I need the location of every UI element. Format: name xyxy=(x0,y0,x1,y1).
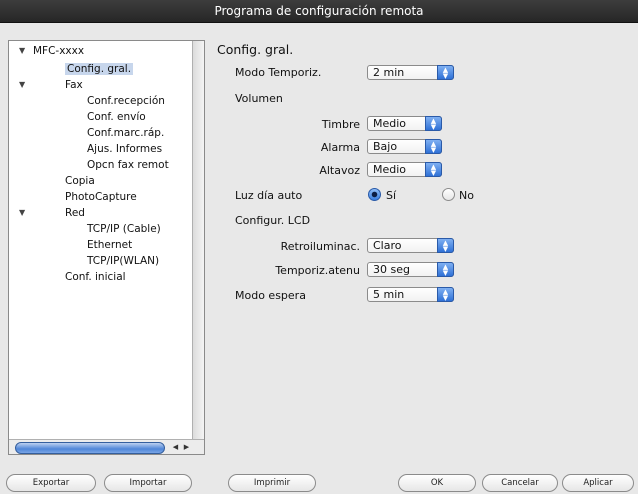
disclosure-open-icon[interactable]: ▼ xyxy=(19,44,25,58)
temporiz-atenu-select[interactable]: 30 seg ▲ ▼ xyxy=(367,262,454,277)
tree-horizontal-scrollbar[interactable]: ◀ ▶ xyxy=(9,439,204,454)
modo-espera-select[interactable]: 5 min ▲ ▼ xyxy=(367,287,454,302)
modo-temporiz-select[interactable]: 2 min ▲ ▼ xyxy=(367,65,454,80)
popup-arrows-icon: ▲ ▼ xyxy=(437,238,454,253)
tree-item-label: Ajus. Informes xyxy=(87,143,163,155)
retroiluminac-value: Claro xyxy=(373,239,402,252)
window-title: Programa de configuración remota xyxy=(0,0,638,23)
imprimir-button[interactable]: Imprimir xyxy=(228,474,316,492)
panel-title: Config. gral. xyxy=(217,42,294,57)
modo-espera-value: 5 min xyxy=(373,288,405,301)
altavoz-value: Medio xyxy=(373,163,407,176)
tree-item-label: Conf. inicial xyxy=(65,271,126,283)
disclosure-open-icon[interactable]: ▼ xyxy=(19,206,25,220)
tree-item-label: Conf.marc.ráp. xyxy=(87,127,165,139)
tree-item-label: Opcn fax remot xyxy=(87,159,169,171)
tree-item-label: Red xyxy=(65,207,85,219)
tree-item-label: Config. gral. xyxy=(65,63,134,75)
disclosure-open-icon[interactable]: ▼ xyxy=(19,78,25,92)
popup-arrows-icon: ▲ ▼ xyxy=(425,116,442,131)
luz-dia-si-label: Sí xyxy=(386,189,397,202)
alarma-value: Bajo xyxy=(373,140,398,153)
tree-item-conf-inicial[interactable]: Conf. inicial xyxy=(65,270,126,284)
tree-item-label: TCP/IP (Cable) xyxy=(87,223,161,235)
popup-arrows-icon: ▲ ▼ xyxy=(437,65,454,80)
timbre-select[interactable]: Medio ▲ ▼ xyxy=(367,116,442,131)
popup-arrows-icon: ▲ ▼ xyxy=(437,262,454,277)
alarma-select[interactable]: Bajo ▲ ▼ xyxy=(367,139,442,154)
cancelar-button[interactable]: Cancelar xyxy=(482,474,558,492)
alarma-label: Alarma xyxy=(320,141,360,154)
tree-root-label: MFC-xxxx xyxy=(33,45,85,57)
tree-item-config-gral[interactable]: Config. gral. xyxy=(65,62,134,76)
tree-item-tcpip-wlan[interactable]: TCP/IP(WLAN) xyxy=(87,254,159,268)
tree-vertical-scrollbar[interactable] xyxy=(192,41,204,439)
tree-item-ajus-informes[interactable]: Ajus. Informes xyxy=(87,142,162,156)
modo-espera-label: Modo espera xyxy=(235,289,306,302)
modo-temporiz-value: 2 min xyxy=(373,66,405,79)
tree-item-label: Conf.recepción xyxy=(87,95,165,107)
tree-item-copia[interactable]: Copia xyxy=(65,174,95,188)
popup-arrows-icon: ▲ ▼ xyxy=(437,287,454,302)
tree-item-tcpip-cable[interactable]: TCP/IP (Cable) xyxy=(87,222,161,236)
altavoz-label: Altavoz xyxy=(319,164,360,177)
timbre-value: Medio xyxy=(373,117,407,130)
retroiluminac-label: Retroiluminac. xyxy=(280,240,360,253)
tree-item-label: Conf. envío xyxy=(87,111,146,123)
aplicar-button[interactable]: Aplicar xyxy=(562,474,634,492)
modo-temporiz-label: Modo Temporiz. xyxy=(235,66,322,79)
tree-item-photocapture[interactable]: PhotoCapture xyxy=(65,190,137,204)
luz-dia-no-radio[interactable] xyxy=(442,188,455,201)
popup-arrows-icon: ▲ ▼ xyxy=(425,162,442,177)
scroll-left-arrow-icon[interactable]: ◀ xyxy=(171,442,180,452)
settings-tree: ▼ MFC-xxxx Config. gral. ▼ Fax Conf.rece… xyxy=(8,40,205,455)
exportar-button[interactable]: Exportar xyxy=(6,474,96,492)
scroll-right-arrow-icon[interactable]: ▶ xyxy=(182,442,191,452)
tree-item-ethernet[interactable]: Ethernet xyxy=(87,238,132,252)
timbre-label: Timbre xyxy=(321,118,360,131)
tree-item-conf-envio[interactable]: Conf. envío xyxy=(87,110,146,124)
popup-arrows-icon: ▲ ▼ xyxy=(425,139,442,154)
importar-button[interactable]: Importar xyxy=(104,474,192,492)
tree-item-label: PhotoCapture xyxy=(65,191,137,203)
tree-item-label: Ethernet xyxy=(87,239,133,251)
tree-item-conf-marc-rap[interactable]: Conf.marc.ráp. xyxy=(87,126,164,140)
luz-dia-no-label: No xyxy=(459,189,474,202)
scroll-thumb[interactable] xyxy=(15,442,165,454)
temporiz-atenu-value: 30 seg xyxy=(373,263,410,276)
volumen-label: Volumen xyxy=(235,92,283,105)
tree-item-conf-recepcion[interactable]: Conf.recepción xyxy=(87,94,165,108)
tree-item-label: Fax xyxy=(65,79,83,91)
ok-button[interactable]: OK xyxy=(398,474,476,492)
tree-item-label: Copia xyxy=(65,175,95,187)
retroiluminac-select[interactable]: Claro ▲ ▼ xyxy=(367,238,454,253)
tree-item-label: TCP/IP(WLAN) xyxy=(87,255,160,267)
tree-item-opcn-fax-remot[interactable]: Opcn fax remot xyxy=(87,158,169,172)
configur-lcd-label: Configur. LCD xyxy=(235,214,311,227)
luz-dia-si-radio[interactable] xyxy=(368,188,381,201)
altavoz-select[interactable]: Medio ▲ ▼ xyxy=(367,162,442,177)
temporiz-atenu-label: Temporiz.atenu xyxy=(275,264,360,277)
luz-dia-label: Luz día auto xyxy=(235,189,303,202)
